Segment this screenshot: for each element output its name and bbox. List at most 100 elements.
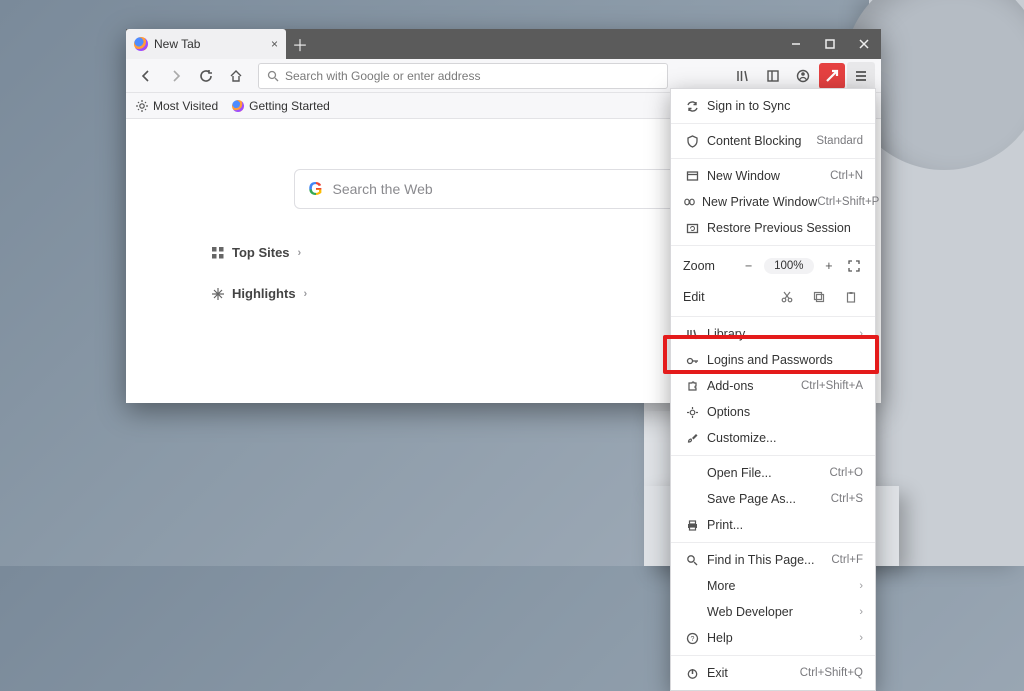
reload-button[interactable] bbox=[192, 62, 220, 90]
close-window-button[interactable] bbox=[847, 29, 881, 59]
bookmark-getting-started[interactable]: Getting Started bbox=[232, 99, 330, 113]
sidebar-button[interactable] bbox=[759, 62, 787, 90]
menu-save-page[interactable]: Save Page As... Ctrl+S bbox=[671, 486, 875, 512]
fullscreen-button[interactable] bbox=[844, 255, 863, 277]
menu-label: Open File... bbox=[707, 466, 829, 480]
chevron-right-icon: › bbox=[304, 288, 308, 300]
forward-button[interactable] bbox=[162, 62, 190, 90]
menu-addons[interactable]: Add-ons Ctrl+Shift+A bbox=[671, 373, 875, 399]
menu-exit[interactable]: Exit Ctrl+Shift+Q bbox=[671, 660, 875, 686]
back-button[interactable] bbox=[132, 62, 160, 90]
content-search-input[interactable]: G Search the Web bbox=[294, 169, 714, 209]
gear-icon bbox=[683, 406, 701, 419]
power-icon bbox=[683, 667, 701, 680]
paste-button[interactable] bbox=[839, 286, 863, 308]
menu-find[interactable]: Find in This Page... Ctrl+F bbox=[671, 547, 875, 573]
tab-newtab[interactable]: New Tab × bbox=[126, 29, 286, 59]
firefox-icon bbox=[232, 100, 244, 112]
zoom-out-button[interactable]: − bbox=[739, 255, 758, 277]
cut-button[interactable] bbox=[775, 286, 799, 308]
menu-label: Library bbox=[707, 327, 859, 341]
menu-open-file[interactable]: Open File... Ctrl+O bbox=[671, 460, 875, 486]
tab-title: New Tab bbox=[154, 37, 200, 51]
chevron-right-icon: › bbox=[859, 328, 863, 340]
gear-icon bbox=[136, 100, 148, 112]
menu-shortcut: Ctrl+Shift+Q bbox=[800, 667, 863, 679]
menu-label: Find in This Page... bbox=[707, 553, 831, 567]
menu-label: Sign in to Sync bbox=[707, 99, 863, 113]
menu-edit-row: Edit bbox=[671, 282, 875, 312]
bookmark-label: Getting Started bbox=[249, 99, 330, 113]
tab-close-icon[interactable]: × bbox=[271, 37, 278, 51]
menu-sign-in-sync[interactable]: Sign in to Sync bbox=[671, 93, 875, 119]
menu-logins[interactable]: Logins and Passwords bbox=[671, 347, 875, 373]
library-icon bbox=[683, 328, 701, 341]
copy-button[interactable] bbox=[807, 286, 831, 308]
app-menu-button[interactable] bbox=[847, 62, 875, 90]
menu-shortcut: Ctrl+Shift+A bbox=[801, 380, 863, 392]
menu-zoom-row: Zoom − 100% + bbox=[671, 250, 875, 282]
url-bar[interactable]: Search with Google or enter address bbox=[258, 63, 668, 89]
menu-label: More bbox=[707, 579, 859, 593]
menu-restore-session[interactable]: Restore Previous Session bbox=[671, 215, 875, 241]
menu-print[interactable]: Print... bbox=[671, 512, 875, 538]
menu-new-private-window[interactable]: New Private Window Ctrl+Shift+P bbox=[671, 189, 875, 215]
library-toolbar-button[interactable] bbox=[729, 62, 757, 90]
chevron-right-icon: › bbox=[859, 606, 863, 618]
window-controls bbox=[779, 29, 881, 59]
menu-customize[interactable]: Customize... bbox=[671, 425, 875, 451]
menu-shortcut: Ctrl+N bbox=[830, 170, 863, 182]
menu-help[interactable]: ? Help › bbox=[671, 625, 875, 651]
search-icon bbox=[683, 554, 701, 567]
help-icon: ? bbox=[683, 632, 701, 645]
puzzle-icon bbox=[683, 380, 701, 393]
home-button[interactable] bbox=[222, 62, 250, 90]
menu-value: Standard bbox=[816, 135, 863, 147]
menu-label: Add-ons bbox=[707, 379, 801, 393]
mask-icon bbox=[683, 196, 696, 209]
grid-icon bbox=[212, 247, 224, 259]
menu-label: Logins and Passwords bbox=[707, 353, 863, 367]
brush-icon bbox=[683, 432, 701, 445]
section-label: Highlights bbox=[232, 286, 296, 301]
menu-content-blocking[interactable]: Content Blocking Standard bbox=[671, 128, 875, 154]
menu-library[interactable]: Library › bbox=[671, 321, 875, 347]
menu-shortcut: Ctrl+S bbox=[831, 493, 863, 505]
account-button[interactable] bbox=[789, 62, 817, 90]
new-tab-button[interactable]: ＋ bbox=[286, 29, 314, 59]
bookmark-most-visited[interactable]: Most Visited bbox=[136, 99, 218, 113]
menu-shortcut: Ctrl+Shift+P bbox=[817, 196, 879, 208]
maximize-button[interactable] bbox=[813, 29, 847, 59]
key-icon bbox=[683, 354, 701, 367]
menu-label: Help bbox=[707, 631, 859, 645]
menu-shortcut: Ctrl+O bbox=[829, 467, 863, 479]
tabstrip: New Tab × ＋ bbox=[126, 29, 881, 59]
shield-icon bbox=[683, 135, 701, 148]
app-menu: Sign in to Sync Content Blocking Standar… bbox=[670, 88, 876, 691]
menu-options[interactable]: Options bbox=[671, 399, 875, 425]
print-icon bbox=[683, 519, 701, 532]
menu-new-window[interactable]: New Window Ctrl+N bbox=[671, 163, 875, 189]
menu-label: Customize... bbox=[707, 431, 863, 445]
pocket-extension-button[interactable] bbox=[819, 63, 845, 89]
svg-text:?: ? bbox=[690, 636, 694, 643]
search-icon bbox=[267, 70, 279, 82]
menu-shortcut: Ctrl+F bbox=[831, 554, 863, 566]
menu-label: Web Developer bbox=[707, 605, 859, 619]
menu-more[interactable]: More › bbox=[671, 573, 875, 599]
menu-web-developer[interactable]: Web Developer › bbox=[671, 599, 875, 625]
sync-icon bbox=[683, 100, 701, 113]
firefox-icon bbox=[134, 37, 148, 51]
bookmark-label: Most Visited bbox=[153, 99, 218, 113]
chevron-right-icon: › bbox=[859, 632, 863, 644]
menu-label: Exit bbox=[707, 666, 800, 680]
menu-label: New Private Window bbox=[702, 195, 817, 209]
minimize-button[interactable] bbox=[779, 29, 813, 59]
zoom-in-button[interactable]: + bbox=[820, 255, 839, 277]
sparkle-icon bbox=[212, 288, 224, 300]
zoom-label: Zoom bbox=[683, 259, 727, 273]
menu-label: Content Blocking bbox=[707, 134, 816, 148]
google-icon: G bbox=[309, 179, 323, 200]
edit-label: Edit bbox=[683, 290, 725, 304]
menu-label: Restore Previous Session bbox=[707, 221, 863, 235]
